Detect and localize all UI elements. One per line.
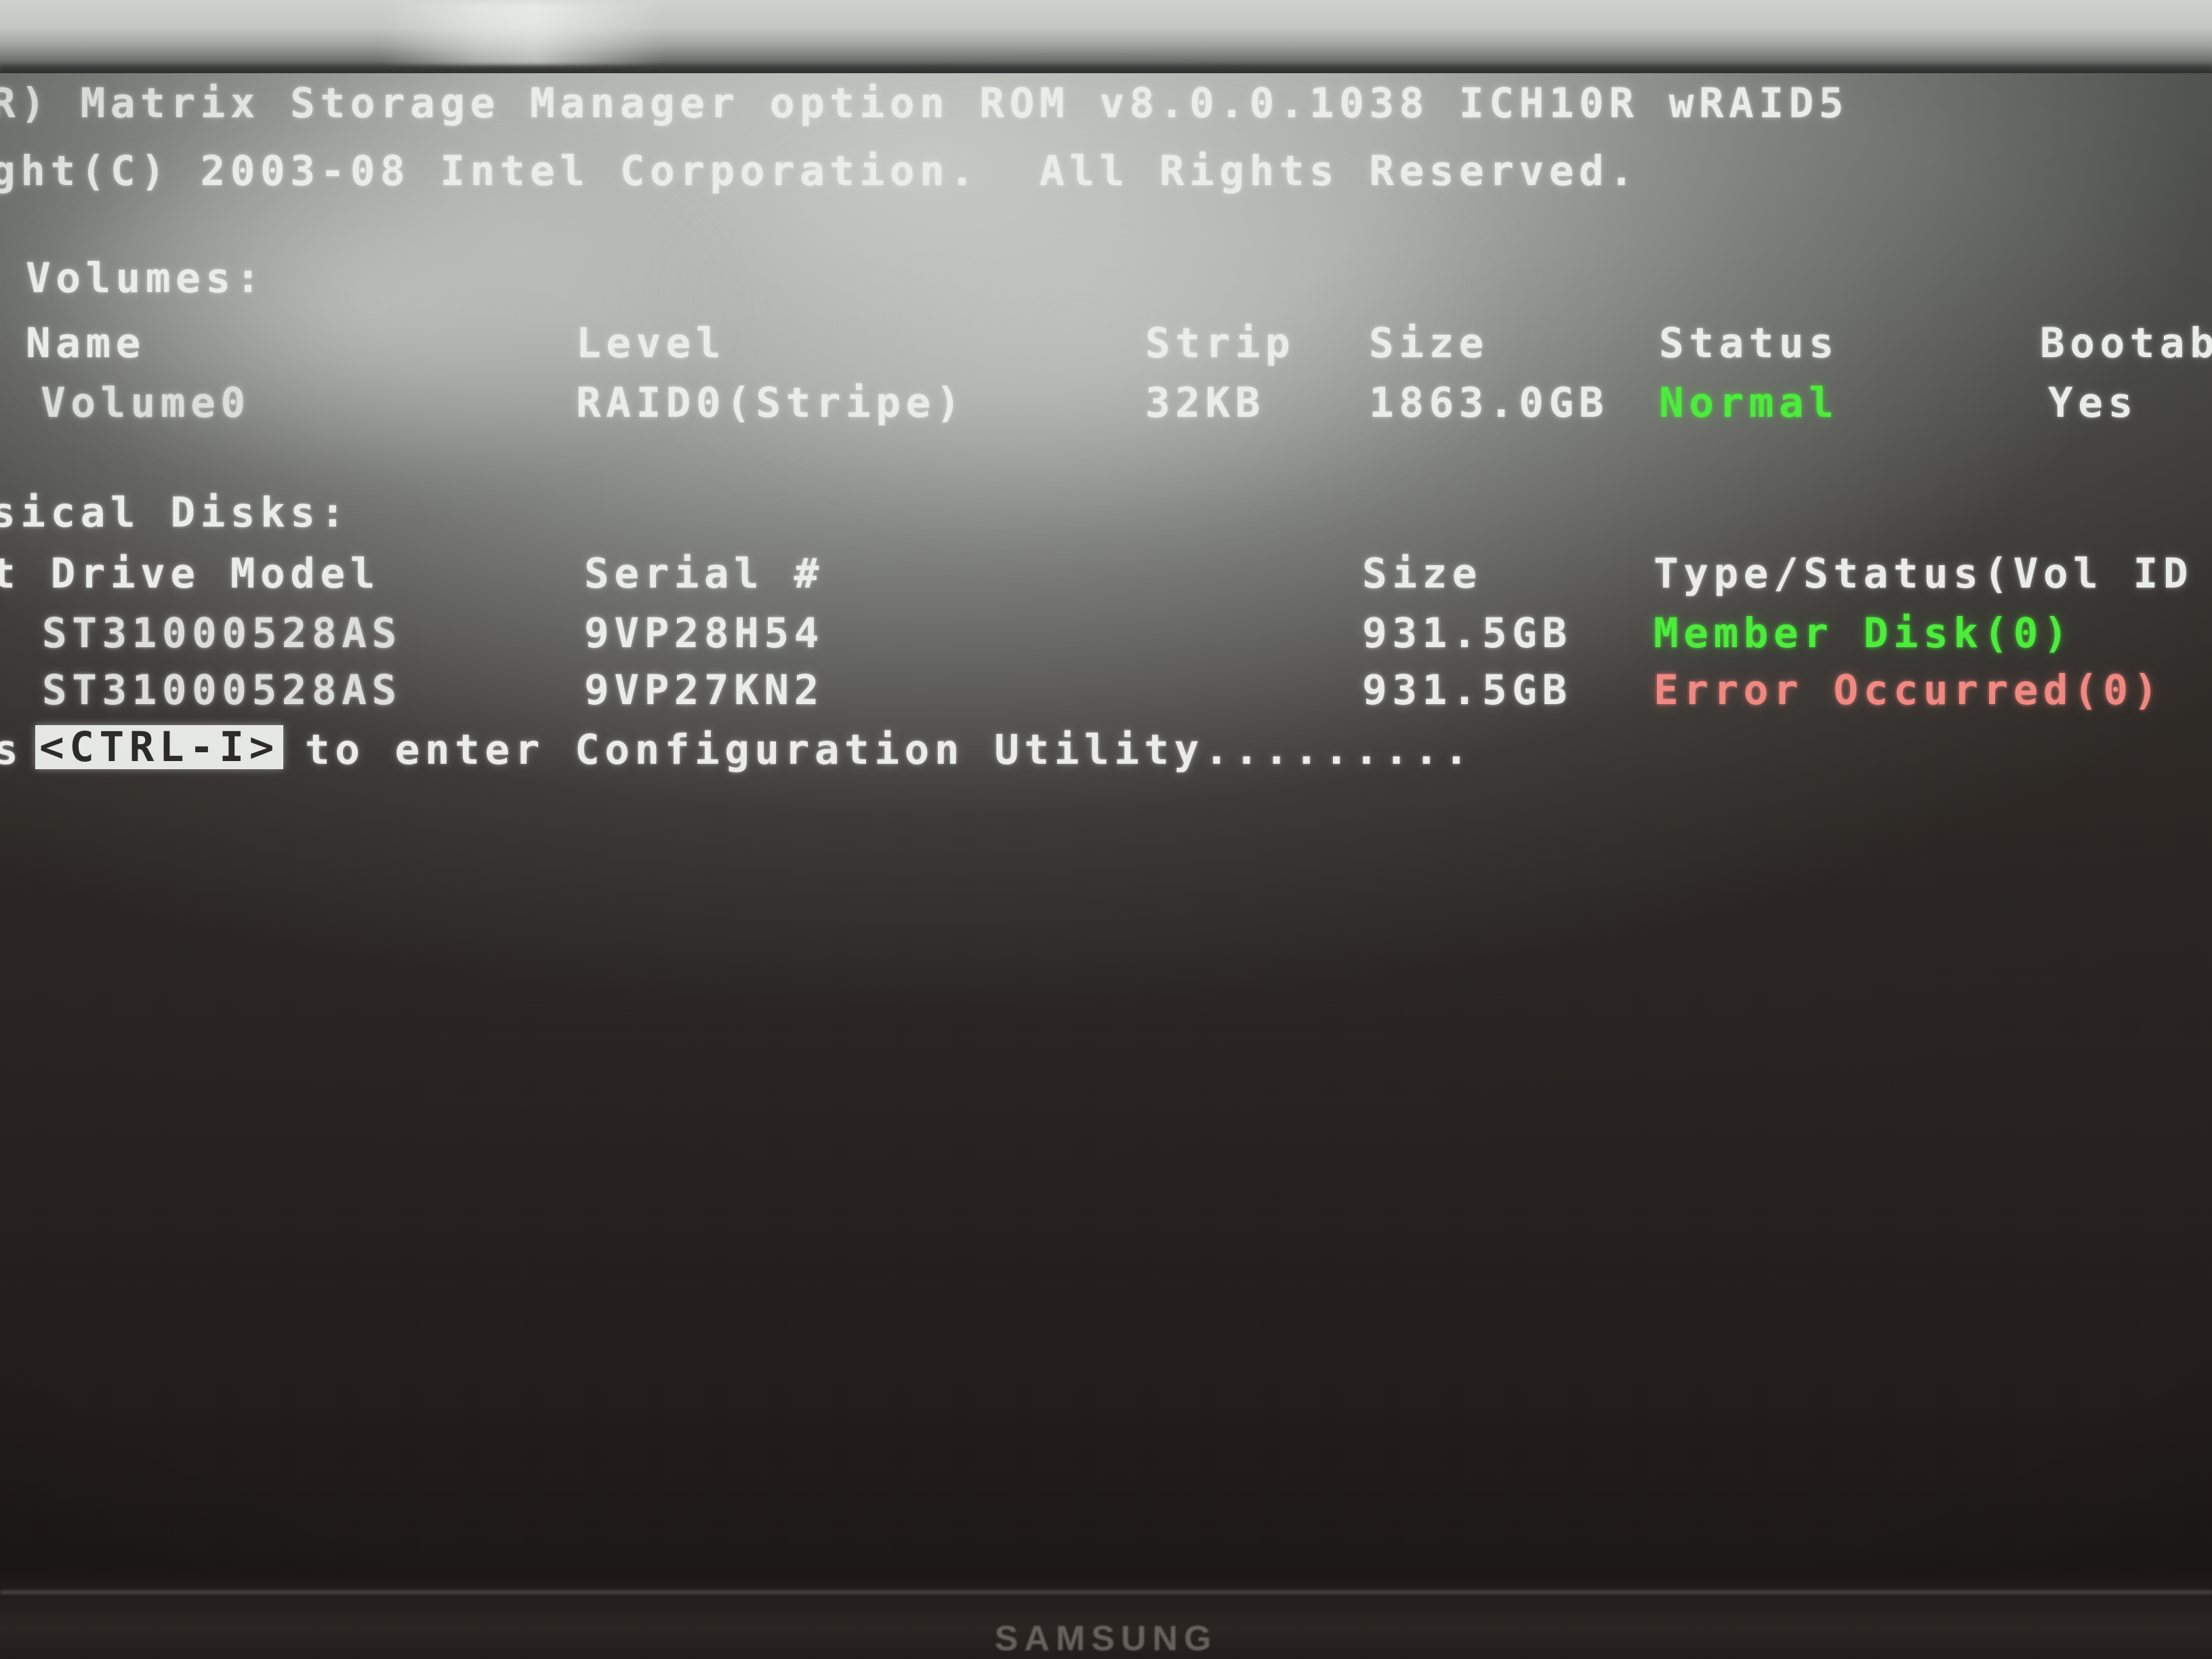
volumes-col-size: Size: [1369, 319, 1489, 367]
prompt-prefix: s: [0, 726, 24, 774]
disk-row-serial: 9VP27KN2: [584, 666, 824, 714]
disks-col-port-drive-model: t Drive Model: [0, 550, 380, 598]
oprom-title-line: R) Matrix Storage Manager option ROM v8.…: [0, 79, 1849, 127]
disk-row-model: ST31000528AS: [42, 666, 402, 714]
disks-col-serial: Serial #: [584, 550, 824, 598]
volumes-col-strip: Strip: [1145, 319, 1296, 367]
disk-row-type-status: Member Disk(0): [1654, 609, 2074, 657]
photograph-of-monitor: R) Matrix Storage Manager option ROM v8.…: [0, 0, 2212, 1659]
volumes-col-level: Level: [576, 319, 726, 367]
disk-row-model: ST31000528AS: [42, 609, 402, 657]
disk-row-type-status: Error Occurred(0): [1654, 666, 2163, 714]
disk-row-size: 931.5GB: [1362, 666, 1572, 714]
bios-console: R) Matrix Storage Manager option ROM v8.…: [0, 73, 2212, 1572]
volume-row-name: Volume0: [41, 379, 251, 427]
disks-col-size: Size: [1362, 550, 1482, 598]
monitor-bottom-bezel: SAMSUNG: [0, 1572, 2212, 1659]
disks-col-type-status: Type/Status(Vol ID: [1654, 550, 2194, 598]
volume-row-status: Normal: [1659, 379, 1839, 427]
volumes-col-bootable: Bootab: [2040, 319, 2212, 367]
samsung-brand-logo: SAMSUNG: [994, 1619, 1218, 1658]
monitor-screen: R) Matrix Storage Manager option ROM v8.…: [0, 12, 2212, 1572]
volumes-section-label: Volumes:: [26, 254, 266, 302]
volume-row-strip: 32KB: [1145, 379, 1265, 427]
volume-row-level: RAID0(Stripe): [576, 379, 966, 427]
volume-row-bootable: Yes: [2048, 379, 2138, 427]
disk-row-size: 931.5GB: [1362, 609, 1572, 657]
volumes-col-status: Status: [1659, 319, 1839, 367]
prompt-text: to enter Configuration Utility.........: [305, 726, 1474, 774]
ctrl-i-hotkey[interactable]: <CTRL-I>: [35, 725, 283, 769]
volumes-col-name: Name: [26, 319, 146, 367]
physical-disks-section-label: sical Disks:: [0, 489, 350, 537]
copyright-line: ght(C) 2003-08 Intel Corporation. All Ri…: [0, 147, 1639, 195]
bezel-bottom-highlight: [0, 1591, 2212, 1594]
volume-row-size: 1863.0GB: [1369, 379, 1609, 427]
disk-row-serial: 9VP28H54: [584, 609, 824, 657]
